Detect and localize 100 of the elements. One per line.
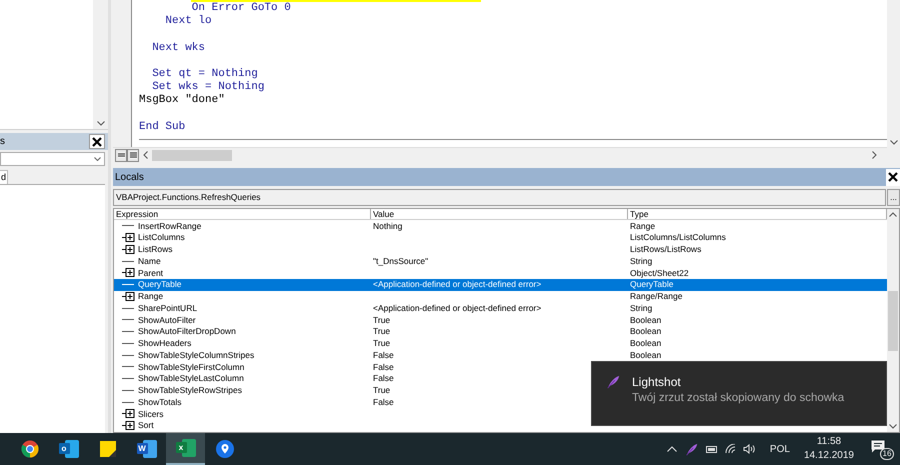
expression-text: Slicers — [138, 408, 164, 420]
code-line: Set qt = Nothing — [151, 68, 258, 81]
expression-text: ShowAutoFilterDropDown — [138, 325, 236, 338]
clock-date: 14.12.2019 — [804, 449, 854, 463]
close-button[interactable] — [89, 134, 105, 149]
code-line: Next wks — [151, 42, 206, 55]
language-indicator[interactable]: POL — [770, 442, 790, 456]
type-text: Boolean — [630, 338, 662, 348]
taskbar-app-button[interactable]: W — [127, 433, 166, 465]
module-view-button[interactable] — [127, 148, 139, 162]
type-text: ListColumns/ListColumns — [630, 232, 726, 242]
scrollbar-thumb[interactable] — [888, 290, 898, 350]
expression-text: ListColumns — [138, 231, 185, 244]
panel-tab[interactable]: d — [0, 170, 8, 184]
type-text: QueryTable — [630, 279, 674, 290]
expand-icon[interactable] — [122, 292, 136, 301]
value-text: "t_DnsSource" — [373, 256, 428, 266]
value-text: False — [373, 373, 394, 384]
expand-icon[interactable] — [122, 409, 136, 418]
value-text: <Application-defined or object-defined error> — [373, 302, 542, 313]
expression-text: ShowTableStyleRowStripes — [138, 384, 242, 397]
clock-time: 11:58 — [816, 435, 842, 449]
show-hidden-icons-icon[interactable] — [666, 446, 677, 452]
context-field: VBAProject.Functions.RefreshQueries — [113, 189, 886, 206]
expression-text: Name — [138, 254, 161, 268]
expression-text: Range — [138, 290, 164, 303]
expression-text: ListRows — [138, 243, 172, 256]
sticky-note-icon — [100, 441, 116, 457]
close-icon — [92, 136, 102, 146]
type-text: Range/Range — [630, 291, 682, 301]
expand-icon[interactable] — [122, 268, 136, 278]
taskbar-app-button[interactable]: x — [166, 433, 205, 465]
expression-text: ShowHeaders — [138, 337, 192, 350]
panel-title: s — [0, 135, 5, 149]
battery-icon[interactable] — [706, 446, 718, 452]
chrome-icon — [20, 440, 38, 458]
type-text: Boolean — [630, 326, 662, 336]
value-text: <Application-defined or object-defined error> — [373, 279, 542, 290]
scrollbar-thumb[interactable] — [152, 150, 232, 160]
value-text: True — [373, 314, 390, 324]
lines-icon — [130, 152, 136, 158]
call-stack-button[interactable]: ... — [887, 189, 900, 206]
taskbar-app-button[interactable]: o — [49, 433, 88, 465]
up-caret-icon — [889, 212, 897, 217]
down-caret-icon — [890, 140, 898, 145]
map-pin-icon — [216, 440, 234, 458]
code-line: Set wks = Nothing — [151, 81, 264, 94]
value-text: False — [373, 362, 394, 372]
value-text: True — [373, 385, 390, 395]
message-icon — [871, 440, 885, 453]
expression-text: ShowTableStyleColumnStripes — [138, 348, 254, 362]
code-line: MsgBox "done" — [139, 94, 225, 108]
value-text: False — [373, 350, 394, 360]
type-text: Object/Sheet22 — [630, 268, 689, 278]
expression-text: InsertRowRange — [138, 220, 202, 232]
down-caret-icon — [96, 121, 104, 126]
value-text: True — [373, 338, 390, 348]
notification-count-badge: 16 — [880, 448, 894, 460]
close-icon — [888, 172, 898, 182]
expression-text: SharePointURL — [138, 302, 198, 314]
locals-title: Locals — [114, 170, 144, 184]
type-text: Boolean — [630, 314, 662, 324]
clock[interactable]: 11:58 14.12.2019 — [804, 435, 854, 463]
expression-text: ShowTotals — [138, 396, 182, 408]
value-text: Nothing — [373, 220, 402, 230]
dropdown-caret-icon — [94, 157, 101, 161]
lines-icon — [118, 152, 124, 158]
column-header[interactable]: Expression — [114, 209, 371, 219]
expression-text: Parent — [138, 266, 164, 280]
type-text: String — [630, 256, 652, 266]
expression-text: Sort — [138, 419, 154, 432]
type-text: Range — [630, 220, 656, 230]
locals-row[interactable]: Range Range/Range — [114, 290, 887, 302]
code-line: Next lo — [164, 15, 212, 28]
down-caret-icon — [889, 424, 897, 429]
expand-icon[interactable] — [122, 421, 136, 430]
type-text: String — [630, 302, 652, 313]
wifi-icon[interactable] — [724, 444, 737, 454]
type-text: Boolean — [630, 350, 662, 360]
feather-icon — [684, 442, 698, 456]
locals-row[interactable]: QueryTable <Application-defined or object-defined error> QueryTable — [114, 278, 887, 290]
close-button[interactable] — [886, 168, 900, 186]
feather-icon — [606, 375, 620, 389]
code-line: End Sub — [139, 120, 186, 134]
type-text: ListRows/ListRows — [630, 244, 702, 254]
vertical-scrollbar[interactable] — [93, 0, 108, 129]
column-header[interactable]: Value — [371, 209, 628, 219]
code-line: On Error GoTo 0 — [190, 2, 291, 15]
expand-icon[interactable] — [122, 244, 136, 254]
expression-text: ShowTableStyleLastColumn — [138, 372, 244, 385]
procedure-view-button[interactable] — [115, 148, 127, 162]
notification-toast[interactable]: Lightshot Twój zrzut został skopiowany do schowka — [591, 361, 887, 426]
expression-text: ShowAutoFilter — [138, 314, 196, 326]
expand-icon[interactable] — [122, 233, 136, 242]
vertical-scrollbar[interactable] — [887, 209, 899, 432]
value-text: False — [373, 396, 394, 407]
expression-text: ShowTableStyleFirstColumn — [138, 360, 244, 374]
speaker-icon[interactable] — [742, 444, 756, 454]
value-text: True — [373, 326, 390, 336]
expression-text: QueryTable — [138, 278, 182, 291]
